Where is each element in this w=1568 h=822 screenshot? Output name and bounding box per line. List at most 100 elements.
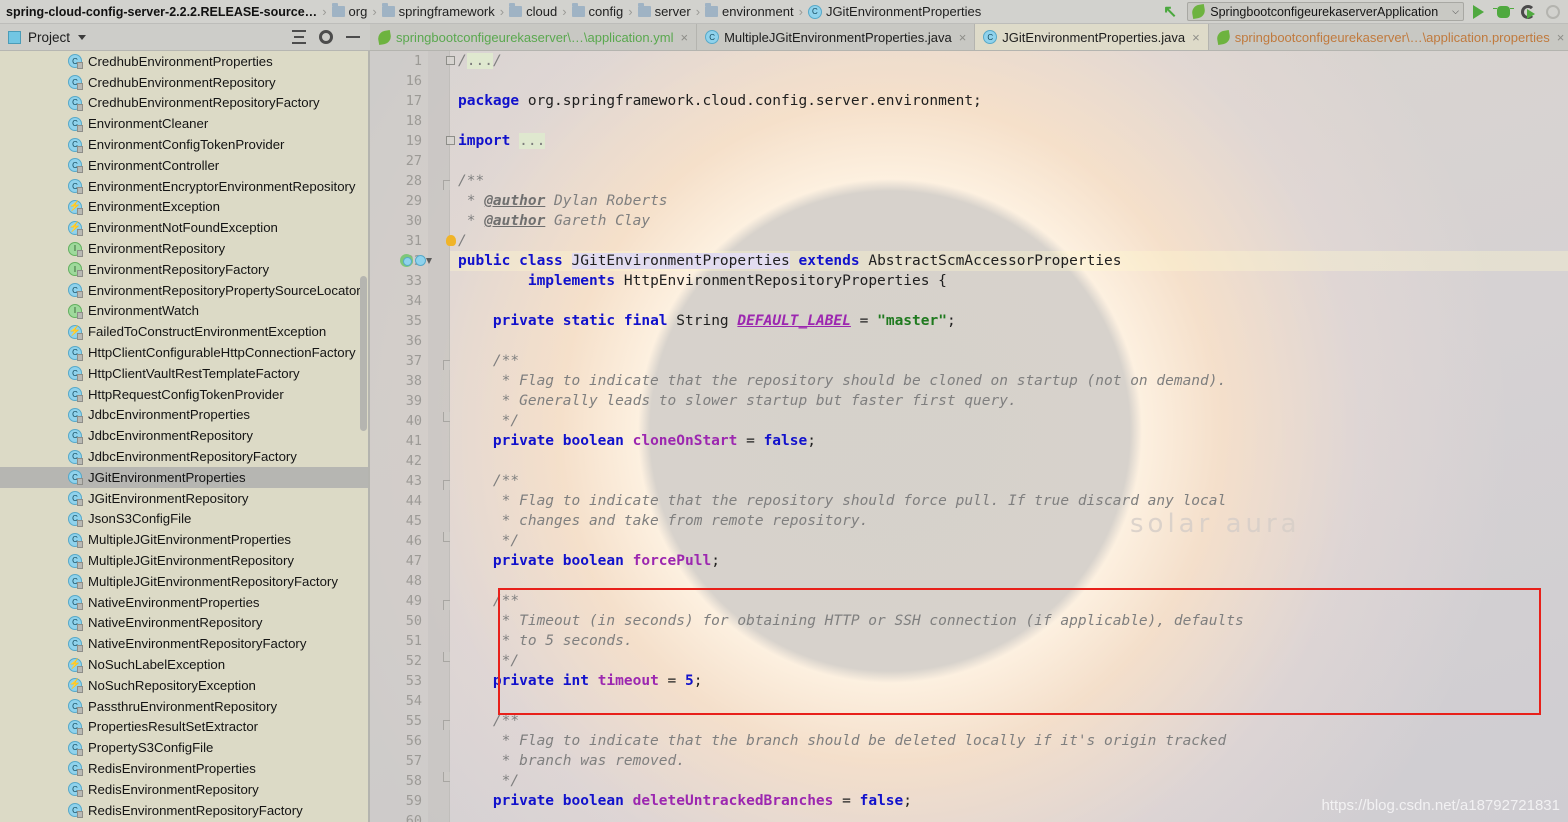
fold-toggle-icon[interactable] [446,136,455,145]
chevron-down-icon[interactable]: ⌵ [1446,6,1459,17]
tree-item[interactable]: C NativeEnvironmentRepository [0,613,370,634]
code-line[interactable]: 46 */ [370,531,1568,551]
tree-item[interactable]: C RedisEnvironmentRepositoryFactory [0,800,370,821]
editor-tab-1[interactable]: C MultipleJGitEnvironmentProperties.java × [697,24,976,50]
code-line[interactable]: 51 * to 5 seconds. [370,631,1568,651]
tree-item[interactable]: C MultipleJGitEnvironmentRepositoryFactor… [0,571,370,592]
code-line[interactable]: 45 * changes and take from remote reposi… [370,511,1568,531]
code-line[interactable]: 48 [370,571,1568,591]
code-line[interactable]: 53 private int timeout = 5; [370,671,1568,691]
editor-tab-3[interactable]: springbootconfigeurekaserver\…\applicati… [1209,24,1568,50]
breadcrumb-item-environment[interactable]: environment [705,3,794,19]
sidebar-scrollbar[interactable] [360,276,367,431]
tree-item[interactable]: C JGitEnvironmentProperties [0,466,370,488]
breadcrumb-item-config[interactable]: config [571,3,623,19]
tree-item[interactable]: C JsonS3ConfigFile [0,509,370,530]
fold-region-start-icon[interactable] [443,180,450,190]
tree-item[interactable]: C EnvironmentRepositoryPropertySourceLoca… [0,280,370,301]
tree-item[interactable]: C JdbcEnvironmentRepositoryFactory [0,446,370,467]
tree-item[interactable]: C HttpRequestConfigTokenProvider [0,384,370,405]
code-line[interactable]: 42 [370,451,1568,471]
code-line[interactable]: 29 * @author Dylan Roberts [370,191,1568,211]
close-icon[interactable]: × [959,30,967,45]
tree-item[interactable]: ⚡ EnvironmentException [0,197,370,218]
tree-item[interactable]: C RedisEnvironmentProperties [0,758,370,779]
code-line[interactable]: 41 private boolean cloneOnStart = false; [370,431,1568,451]
code-line[interactable]: 57 * branch was removed. [370,751,1568,771]
tree-item[interactable]: ⚡ EnvironmentNotFoundException [0,217,370,238]
code-line[interactable]: 43 /** [370,471,1568,491]
tree-item[interactable]: C MultipleJGitEnvironmentRepository [0,550,370,571]
close-icon[interactable]: × [1192,30,1200,45]
tree-item[interactable]: C JdbcEnvironmentRepository [0,425,370,446]
code-line[interactable]: 54 [370,691,1568,711]
code-line[interactable]: 32 public class JGitEnvironmentProperties… [370,251,1568,271]
code-line[interactable]: 16 [370,71,1568,91]
tree-item[interactable]: C HttpClientConfigurableHttpConnectionFac… [0,342,370,363]
tree-item[interactable]: I EnvironmentWatch [0,301,370,322]
code-content[interactable]: 1 /.../ 16 17 package org.springframework.cl… [370,51,1568,822]
fold-region-end-icon[interactable] [443,412,450,422]
code-line[interactable]: 18 [370,111,1568,131]
code-line[interactable]: 1 /.../ [370,51,1568,71]
tree-item[interactable]: C CredhubEnvironmentProperties [0,51,370,72]
code-line[interactable]: 33 implements HttpEnvironmentRepositoryP… [370,271,1568,291]
breadcrumb-item-jgitenvironmentproperties[interactable]: C JGitEnvironmentProperties [807,4,981,19]
code-line[interactable]: 52 */ [370,651,1568,671]
tree-item[interactable]: C EnvironmentCleaner [0,113,370,134]
chevron-down-icon[interactable] [78,34,87,40]
tree-item[interactable]: I EnvironmentRepository [0,238,370,259]
rerun-button[interactable] [1517,1,1539,23]
tree-item[interactable]: ⚡ FailedToConstructEnvironmentException [0,321,370,342]
overridden-by-icon[interactable] [415,255,426,266]
tree-item[interactable]: C EnvironmentController [0,155,370,176]
code-line[interactable]: 28 /** [370,171,1568,191]
collapse-all-button[interactable] [288,26,310,48]
fold-region-end-icon[interactable] [443,532,450,542]
code-line[interactable]: 60 [370,811,1568,822]
code-line[interactable]: 44 * Flag to indicate that the repositor… [370,491,1568,511]
breadcrumb-item-cloud[interactable]: cloud [509,3,557,19]
tree-item[interactable]: C PassthruEnvironmentRepository [0,696,370,717]
tree-item[interactable]: C CredhubEnvironmentRepository [0,72,370,93]
fold-toggle-icon[interactable] [446,56,455,65]
breadcrumb-item-springframework[interactable]: springframework [381,3,495,19]
gutter-markers[interactable] [400,254,432,267]
tree-item[interactable]: I EnvironmentRepositoryFactory [0,259,370,280]
project-panel-title[interactable]: Project [21,30,70,45]
code-line[interactable]: 58 */ [370,771,1568,791]
code-line[interactable]: 40 */ [370,411,1568,431]
code-line[interactable]: 37 /** [370,351,1568,371]
run-button[interactable] [1467,1,1489,23]
close-icon[interactable]: × [1557,30,1565,45]
tree-item[interactable]: ⚡ NoSuchRepositoryException [0,675,370,696]
code-line[interactable]: 39 * Generally leads to slower startup b… [370,391,1568,411]
close-icon[interactable]: × [680,30,688,45]
project-tree[interactable]: C CredhubEnvironmentProperties C CredhubEnv… [0,51,370,822]
tree-item[interactable]: C EnvironmentConfigTokenProvider [0,134,370,155]
code-line[interactable]: 34 [370,291,1568,311]
fold-region-start-icon[interactable] [443,480,450,490]
code-line[interactable]: 59 private boolean deleteUntrackedBranch… [370,791,1568,811]
tree-item[interactable]: C JGitEnvironmentRepository [0,488,370,509]
tree-item[interactable]: C NativeEnvironmentProperties [0,592,370,613]
code-line[interactable]: 56 * Flag to indicate that the branch sh… [370,731,1568,751]
code-line[interactable]: 31 / [370,231,1568,251]
tree-item[interactable]: C JdbcEnvironmentProperties [0,405,370,426]
code-editor[interactable]: 1 /.../ 16 17 package org.springframework.cl… [370,51,1568,822]
tree-item[interactable]: C EnvironmentEncryptorEnvironmentReposito… [0,176,370,197]
fold-region-end-icon[interactable] [443,772,450,782]
code-line[interactable]: 47 private boolean forcePull; [370,551,1568,571]
tree-item[interactable]: C HttpClientVaultRestTemplateFactory [0,363,370,384]
breadcrumb-item-org[interactable]: org [331,3,367,19]
code-line[interactable]: 19 import ... [370,131,1568,151]
tree-item[interactable]: C RedisEnvironmentRepository [0,779,370,800]
implemented-by-icon[interactable] [400,254,413,267]
history-button[interactable] [1542,1,1564,23]
tree-item[interactable]: C CredhubEnvironmentRepositoryFactory [0,93,370,114]
code-line[interactable]: 30 * @author Gareth Clay [370,211,1568,231]
code-line[interactable]: 17 package org.springframework.cloud.conf… [370,91,1568,111]
breadcrumb-item-server[interactable]: server [637,3,691,19]
tree-item[interactable]: C PropertiesResultSetExtractor [0,717,370,738]
code-line[interactable]: 27 [370,151,1568,171]
